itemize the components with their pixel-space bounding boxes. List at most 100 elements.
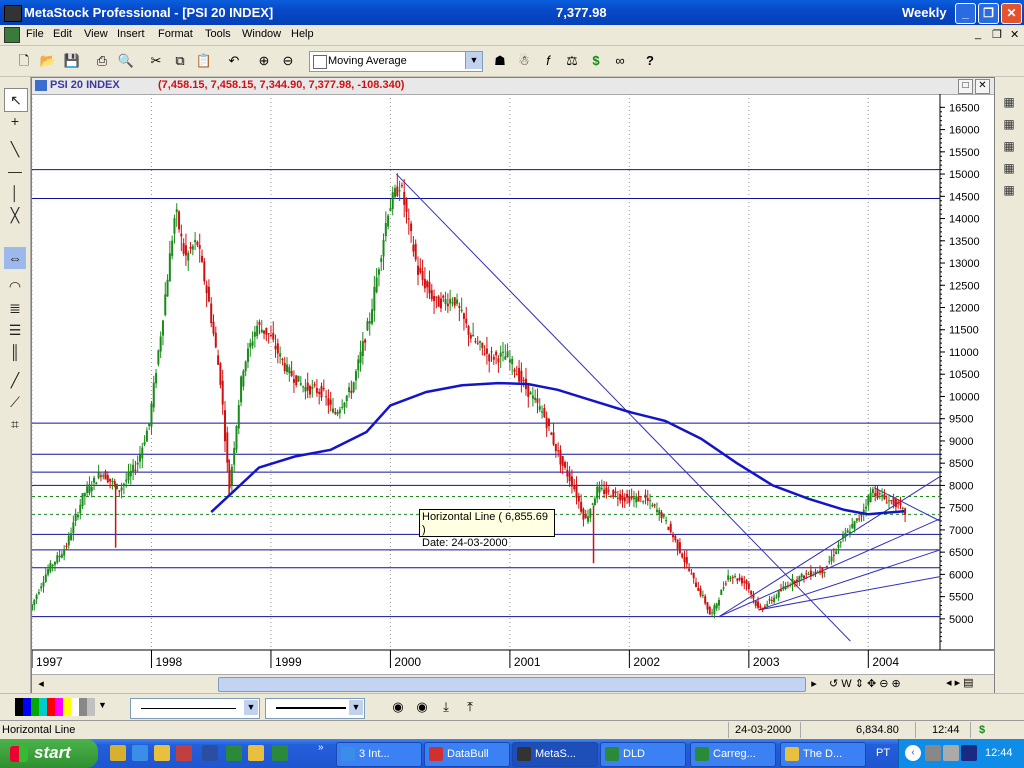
- quicklaunch-word-icon[interactable]: [202, 745, 218, 761]
- task-button[interactable]: Carreg...: [690, 742, 776, 767]
- line-weight-select[interactable]: ▼: [265, 698, 365, 719]
- format-tool-1-icon[interactable]: ◉: [388, 697, 408, 717]
- palette-dropdown-icon[interactable]: ▼: [98, 700, 107, 710]
- document-icon[interactable]: [4, 27, 20, 43]
- expert-icon[interactable]: ☗: [490, 51, 510, 71]
- restore-button[interactable]: ❐: [978, 3, 999, 24]
- horizontal-line-tool-icon[interactable]: —: [4, 160, 26, 182]
- crosshair-icon[interactable]: ⊕: [254, 51, 274, 71]
- grid-tool-icon[interactable]: ⌗: [4, 413, 26, 435]
- print-icon[interactable]: ⎙: [92, 51, 112, 71]
- chart-maximize-button[interactable]: □: [958, 79, 973, 94]
- scroll-thumb[interactable]: [218, 677, 806, 692]
- chart-scrollbar[interactable]: ◂ ▸ ↺ W ⇕ ✥ ⊖ ⊕: [32, 674, 994, 693]
- tray-app-icon[interactable]: [961, 745, 977, 761]
- quicklaunch-outlook-icon[interactable]: [248, 745, 264, 761]
- line-style-select[interactable]: ▼: [130, 698, 260, 719]
- quicklaunch-app-icon[interactable]: [176, 745, 192, 761]
- mdi-minimize-button[interactable]: _: [975, 28, 981, 40]
- indicator-select[interactable]: Moving Average ▼: [309, 51, 483, 72]
- task-button[interactable]: 3 Int...: [336, 742, 422, 767]
- mdi-restore-button[interactable]: ❐: [992, 28, 1002, 41]
- format-tool-3-icon[interactable]: ⤓: [436, 697, 456, 717]
- chart-tool-1-icon[interactable]: ▦: [997, 91, 1021, 113]
- arc-tool-icon[interactable]: ◠: [4, 275, 26, 297]
- dollar-icon[interactable]: $: [586, 51, 606, 71]
- mdi-close-button[interactable]: ✕: [1010, 28, 1019, 41]
- open-icon[interactable]: 📂: [38, 51, 58, 71]
- menu-file[interactable]: File: [26, 28, 44, 40]
- paste-icon[interactable]: 📋: [194, 51, 214, 71]
- help-icon[interactable]: ?: [640, 51, 660, 71]
- scroll-nav-icons[interactable]: ◂ ▸ ▤: [946, 676, 974, 689]
- format-tool-4-icon[interactable]: ⤒: [460, 697, 480, 717]
- binoculars-icon[interactable]: ∞: [610, 51, 630, 71]
- menu-insert[interactable]: Insert: [117, 28, 145, 40]
- menu-edit[interactable]: Edit: [53, 28, 72, 40]
- tray-network-icon[interactable]: [925, 745, 941, 761]
- chart-tool-2-icon[interactable]: ▦: [997, 113, 1021, 135]
- price-chart[interactable]: 1997 1998 1999 2000 2001 2002 2003 2004 5000 5500…: [32, 94, 994, 674]
- quicklaunch-folder-icon[interactable]: [110, 745, 126, 761]
- tray-expand-icon[interactable]: ‹: [905, 745, 921, 761]
- scroll-left-icon[interactable]: ◂: [34, 677, 48, 691]
- menu-window[interactable]: Window: [242, 28, 281, 40]
- format-tool-2-icon[interactable]: ◉: [412, 697, 432, 717]
- quicklaunch-sheet-icon[interactable]: [272, 745, 288, 761]
- formula-icon[interactable]: f: [538, 51, 558, 71]
- chart-tool-3-icon[interactable]: ▦: [997, 135, 1021, 157]
- candle-body: [483, 353, 486, 355]
- explorer-icon[interactable]: ☃: [514, 51, 534, 71]
- vertical-line-tool-icon[interactable]: │: [4, 182, 26, 204]
- chart-window[interactable]: PSI 20 INDEX (7,458.15, 7,458.15, 7,344.…: [31, 77, 995, 695]
- zoom-icon[interactable]: ⊖: [278, 51, 298, 71]
- undo-icon[interactable]: ↶: [224, 51, 244, 71]
- task-button[interactable]: DLD: [600, 742, 686, 767]
- cycle-line-tool-icon[interactable]: ╳: [4, 204, 26, 226]
- candle-body: [407, 218, 410, 220]
- copy-icon[interactable]: ⧉: [170, 51, 190, 71]
- fibonacci-tool-icon[interactable]: ≣: [4, 297, 26, 319]
- system-tester-icon[interactable]: ⚖: [562, 51, 582, 71]
- cut-icon[interactable]: ✂: [146, 51, 166, 71]
- metastock-app-icon[interactable]: [4, 5, 22, 22]
- zoom-controls[interactable]: ↺ W ⇕ ✥ ⊖ ⊕: [829, 677, 901, 690]
- time-zones-tool-icon[interactable]: ║: [4, 341, 26, 363]
- crosshair-tool-icon[interactable]: +: [4, 110, 26, 132]
- chevron-down-icon[interactable]: ▼: [465, 52, 482, 69]
- menu-help[interactable]: Help: [291, 28, 314, 40]
- task-button[interactable]: DataBull: [424, 742, 510, 767]
- menu-tools[interactable]: Tools: [205, 28, 231, 40]
- line-tool-icon[interactable]: ╱: [4, 369, 26, 391]
- minimize-button[interactable]: _: [955, 3, 976, 24]
- quicklaunch-ie-icon[interactable]: [132, 745, 148, 761]
- quicklaunch-excel-icon[interactable]: [226, 745, 242, 761]
- chart-close-button[interactable]: ✕: [975, 79, 990, 94]
- candle-body: [449, 298, 452, 304]
- start-button[interactable]: start: [0, 739, 98, 768]
- chart-tool-5-icon[interactable]: ▦: [997, 179, 1021, 201]
- menu-view[interactable]: View: [84, 28, 108, 40]
- candle-body: [547, 418, 550, 427]
- print-preview-icon[interactable]: 🔍: [116, 51, 136, 71]
- scroll-right-icon[interactable]: ▸: [807, 677, 821, 691]
- gann-fan-tool-icon[interactable]: ⟋: [4, 391, 26, 413]
- color-palette[interactable]: [15, 698, 95, 716]
- chart-tool-4-icon[interactable]: ▦: [997, 157, 1021, 179]
- task-button-active[interactable]: MetaS...: [512, 742, 598, 767]
- trendline-tool-icon[interactable]: ╲: [4, 138, 26, 160]
- quicklaunch-explorer-icon[interactable]: [154, 745, 170, 761]
- save-icon[interactable]: 💾: [62, 51, 82, 71]
- speed-lines-tool-icon[interactable]: ☰: [4, 319, 26, 341]
- close-button[interactable]: ✕: [1001, 3, 1022, 24]
- language-indicator[interactable]: PT: [876, 747, 890, 759]
- pointer-tool-icon[interactable]: ↖: [4, 88, 28, 112]
- menu-format[interactable]: Format: [158, 28, 193, 40]
- channel-tool-icon[interactable]: ⇔: [4, 247, 26, 269]
- task-button[interactable]: The D...: [780, 742, 866, 767]
- new-icon[interactable]: 🗋: [14, 51, 34, 71]
- chevron-down-icon[interactable]: ▼: [349, 700, 363, 715]
- chevron-down-icon[interactable]: ▼: [244, 700, 258, 715]
- tray-volume-icon[interactable]: [943, 745, 959, 761]
- quicklaunch-more-icon[interactable]: »: [318, 742, 324, 753]
